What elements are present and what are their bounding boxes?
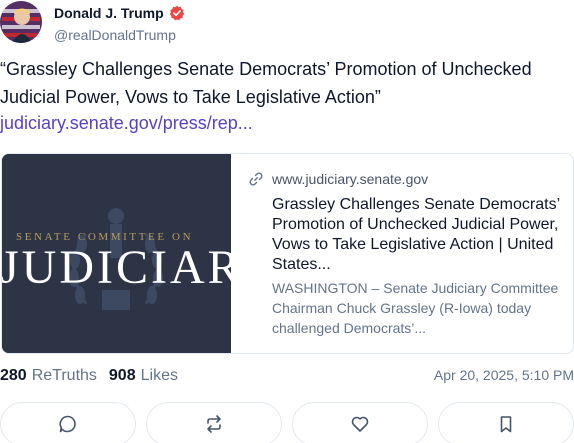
avatar-image <box>0 1 42 43</box>
link-preview-body: www.judiciary.senate.gov Grassley Challe… <box>231 154 573 353</box>
link-title: Grassley Challenges Senate Democrats’ Pr… <box>272 196 560 273</box>
display-name[interactable]: Donald J. Trump <box>54 5 164 21</box>
link-icon <box>249 172 263 186</box>
retruth-button[interactable] <box>146 402 282 443</box>
avatar[interactable] <box>0 1 42 43</box>
post-stats: 280 ReTruths 908 Likes Apr 20, 2025, 5:1… <box>0 365 574 387</box>
post-text: “Grassley Challenges Senate Democrats’ P… <box>0 59 532 107</box>
retruths-count[interactable]: 280 <box>0 367 27 385</box>
retruths-label[interactable]: ReTruths <box>32 367 97 385</box>
reply-button[interactable] <box>0 402 136 443</box>
bookmark-button[interactable] <box>438 402 574 443</box>
action-bar <box>0 402 574 443</box>
verified-badge-icon <box>169 5 184 21</box>
user-handle[interactable]: @realDonaldTrump <box>54 27 176 43</box>
likes-label[interactable]: Likes <box>141 367 178 385</box>
heart-icon <box>351 416 369 432</box>
post-header: Donald J. Trump @realDonaldTrump <box>0 0 574 46</box>
like-button[interactable] <box>292 402 428 443</box>
link-domain: www.judiciary.senate.gov <box>272 171 429 187</box>
post-timestamp[interactable]: Apr 20, 2025, 5:10 PM <box>434 367 574 383</box>
link-preview-card[interactable]: SENATE COMMITTEE ON JUDICIARY www.judici… <box>1 153 574 354</box>
comment-icon <box>59 415 76 433</box>
retruth-icon <box>207 415 221 433</box>
bookmark-icon <box>500 416 512 433</box>
link-description: WASHINGTON – Senate Judiciary Committee … <box>272 280 559 336</box>
link-domain-row: www.judiciary.senate.gov <box>248 171 428 187</box>
post-link[interactable]: judiciary.senate.gov/press/rep... <box>0 111 253 135</box>
likes-count[interactable]: 908 <box>109 367 136 385</box>
image-text-main: JUDICIARY <box>2 241 231 294</box>
display-name-row: Donald J. Trump <box>54 5 185 21</box>
link-preview-image: SENATE COMMITTEE ON JUDICIARY <box>2 154 231 353</box>
